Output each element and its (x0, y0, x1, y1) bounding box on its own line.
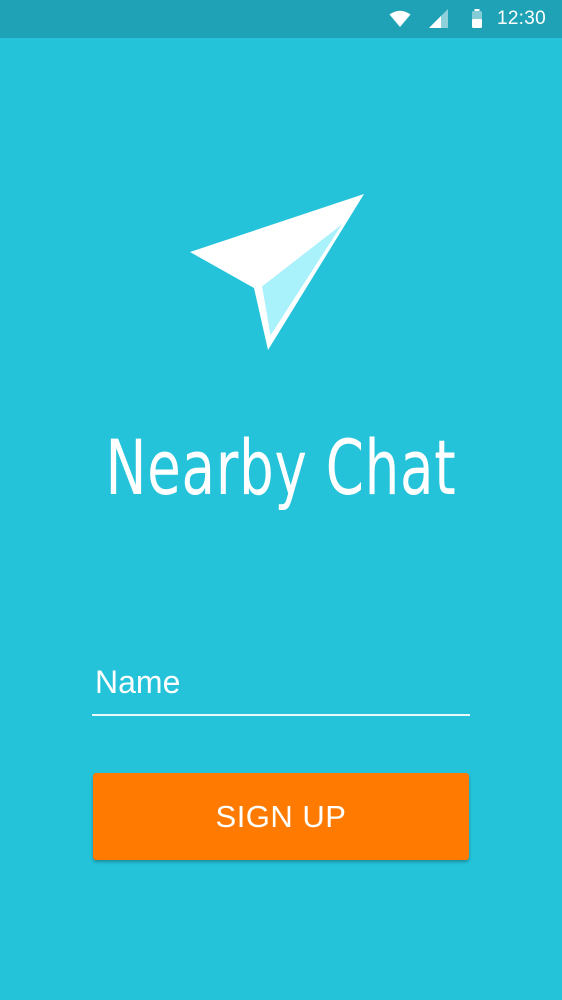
cell-signal-icon (428, 9, 449, 29)
paper-plane-icon (186, 192, 368, 354)
name-underline (92, 714, 470, 716)
battery-icon (471, 9, 483, 29)
app-title: Nearby Chat (105, 423, 457, 512)
status-clock: 12:30 (496, 8, 546, 29)
wifi-icon (389, 10, 411, 28)
sign-up-button[interactable]: SIGN UP (93, 773, 469, 860)
name-field[interactable] (92, 650, 470, 716)
status-icons: 12:30 (389, 0, 546, 38)
name-input[interactable] (92, 650, 470, 714)
status-bar: 12:30 (0, 0, 562, 38)
